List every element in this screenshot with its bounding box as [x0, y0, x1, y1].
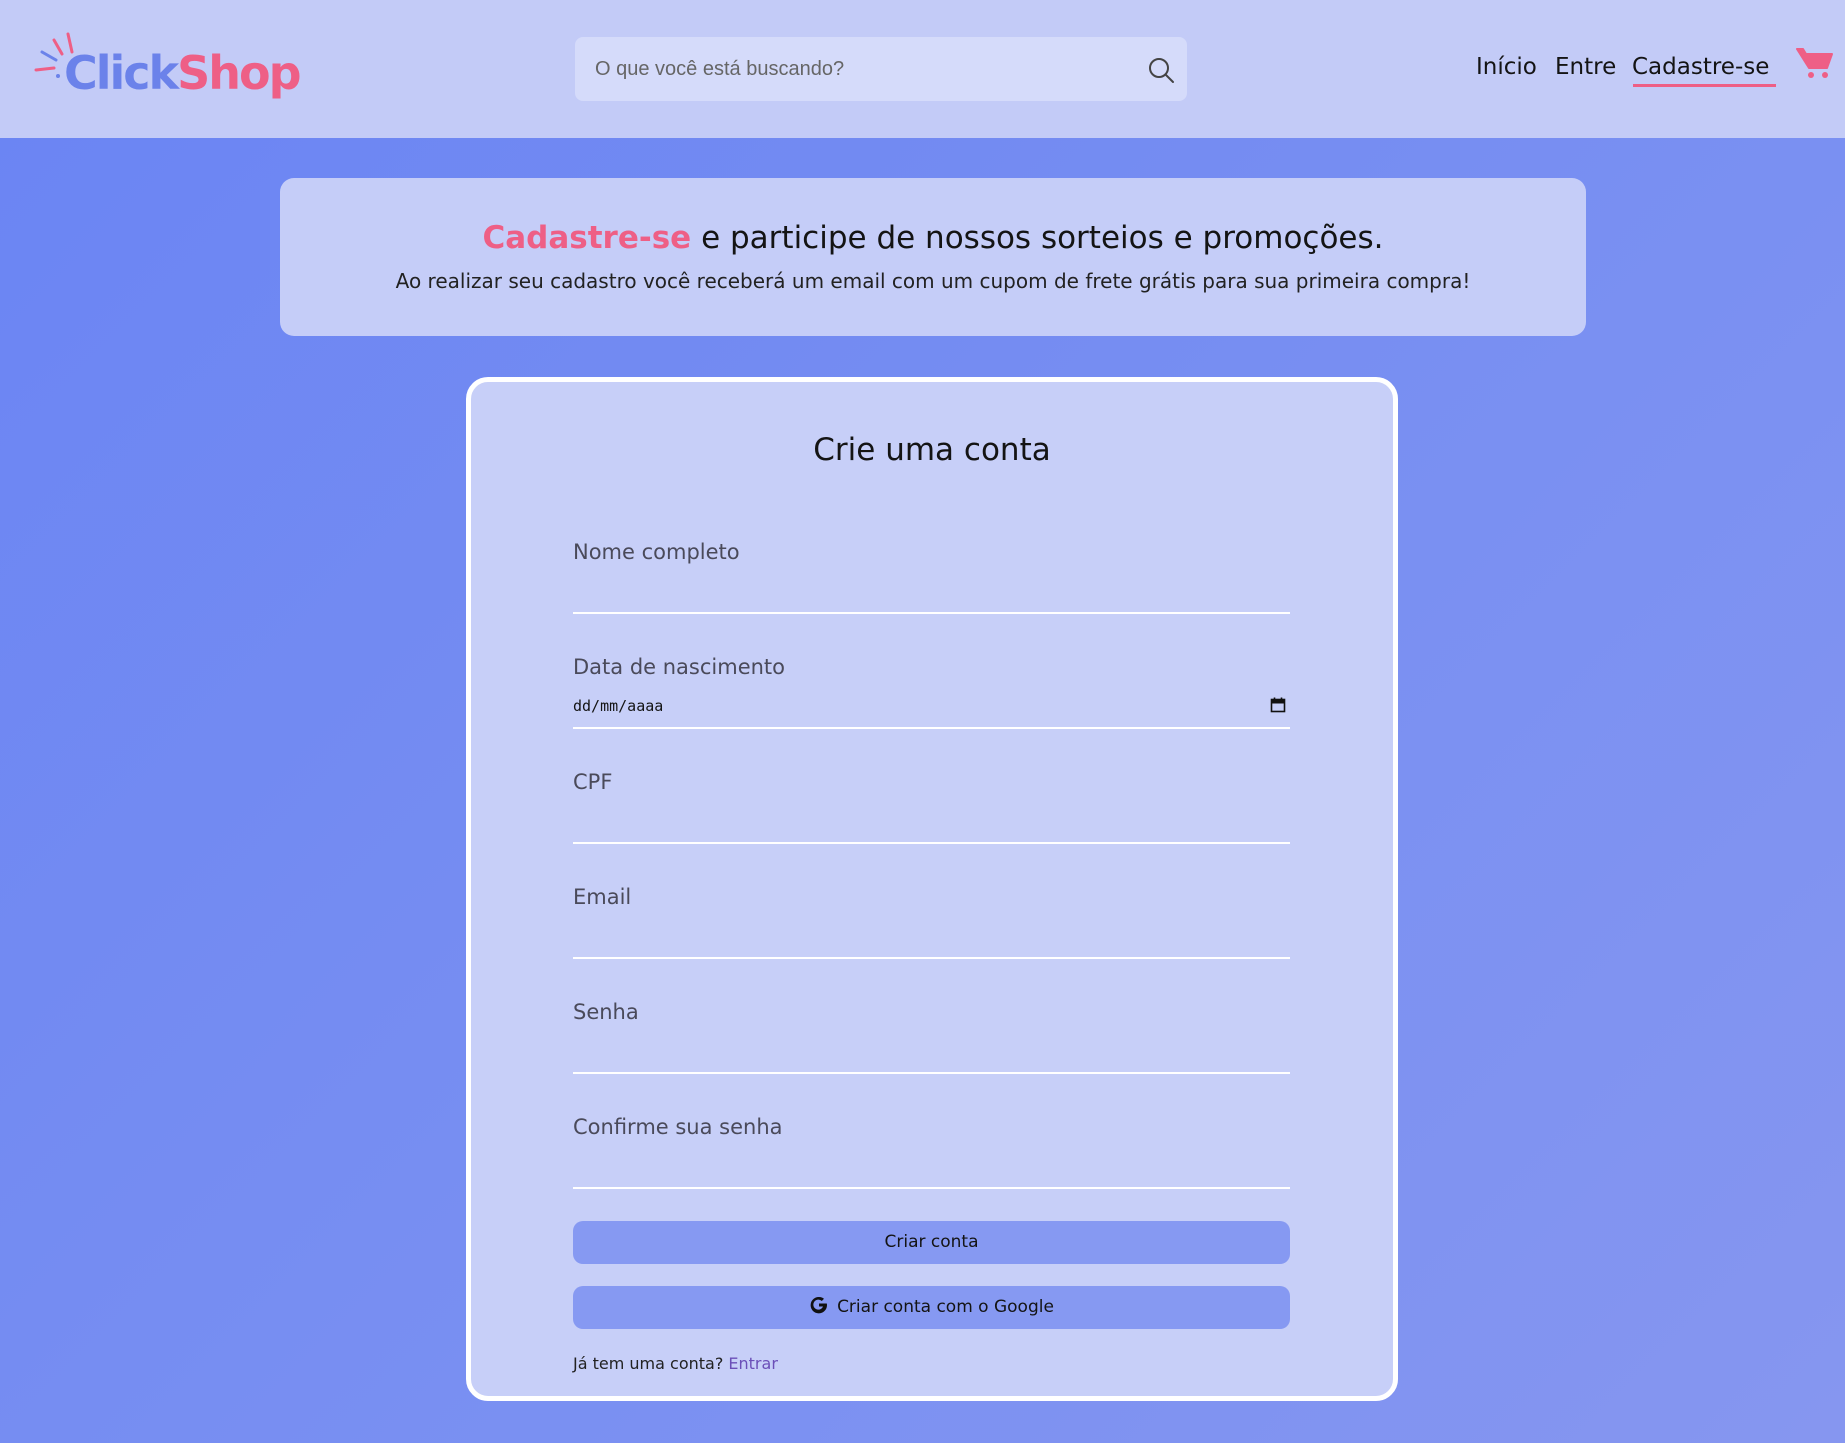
banner-subtitle: Ao realizar seu cadastro você receberá u…: [395, 269, 1471, 293]
banner-title: Cadastre-se e participe de nossos sortei…: [280, 220, 1586, 256]
field-cpf: CPF: [573, 770, 1290, 850]
clickshop-logo[interactable]: ClickShop: [34, 30, 302, 102]
login-prompt-text: Já tem uma conta?: [573, 1354, 724, 1373]
banner-highlight: Cadastre-se: [482, 220, 692, 256]
logo-shop: Shop: [177, 46, 301, 100]
google-signup-button[interactable]: Criar conta com o Google: [573, 1286, 1290, 1329]
confirma-senha-label: Confirme sua senha: [573, 1115, 783, 1139]
signup-form-card: Crie uma conta Nome completo Data de nas…: [466, 377, 1398, 1401]
email-input[interactable]: [573, 915, 1290, 959]
field-senha: Senha: [573, 1000, 1290, 1080]
login-link[interactable]: Entrar: [728, 1354, 777, 1373]
nav-entre[interactable]: Entre: [1555, 54, 1616, 88]
cpf-label: CPF: [573, 770, 613, 794]
nome-input[interactable]: [573, 570, 1290, 614]
banner-title-rest: e participe de nossos sorteios e promoçõ…: [691, 220, 1384, 256]
google-icon: [810, 1296, 828, 1314]
google-signup-label: Criar conta com o Google: [837, 1297, 1054, 1317]
senha-input[interactable]: [573, 1030, 1290, 1074]
logo-text: ClickShop: [64, 46, 302, 100]
search-bar: [575, 37, 1187, 101]
nascimento-input[interactable]: [573, 685, 1290, 729]
cart-icon[interactable]: [1796, 46, 1834, 80]
confirma-senha-input[interactable]: [573, 1145, 1290, 1189]
field-email: Email: [573, 885, 1290, 965]
form-title: Crie uma conta: [813, 432, 1051, 468]
nascimento-value: dd/mm/aaaa: [573, 697, 664, 715]
create-account-label: Criar conta: [884, 1232, 979, 1252]
calendar-icon[interactable]: [1270, 697, 1286, 713]
top-header: ClickShop Início Entre Cadastre-se: [0, 0, 1845, 138]
promo-banner: Cadastre-se e participe de nossos sortei…: [280, 178, 1586, 336]
active-nav-underline: [1633, 84, 1776, 87]
create-account-button[interactable]: Criar conta: [573, 1221, 1290, 1264]
email-label: Email: [573, 885, 632, 909]
search-icon[interactable]: [1147, 56, 1175, 84]
nav-inicio[interactable]: Início: [1476, 54, 1537, 88]
nascimento-label: Data de nascimento: [573, 655, 786, 679]
field-nascimento: Data de nascimento dd/mm/aaaa: [573, 655, 1290, 735]
logo-click: Click: [64, 46, 179, 100]
nav-cadastre[interactable]: Cadastre-se: [1632, 54, 1769, 88]
senha-label: Senha: [573, 1000, 639, 1024]
nome-label: Nome completo: [573, 540, 740, 564]
search-input[interactable]: [595, 37, 1135, 101]
cpf-input[interactable]: [573, 800, 1290, 844]
field-confirma-senha: Confirme sua senha: [573, 1115, 1290, 1195]
login-prompt: Já tem uma conta? Entrar: [573, 1354, 778, 1373]
field-nome: Nome completo: [573, 540, 1290, 620]
